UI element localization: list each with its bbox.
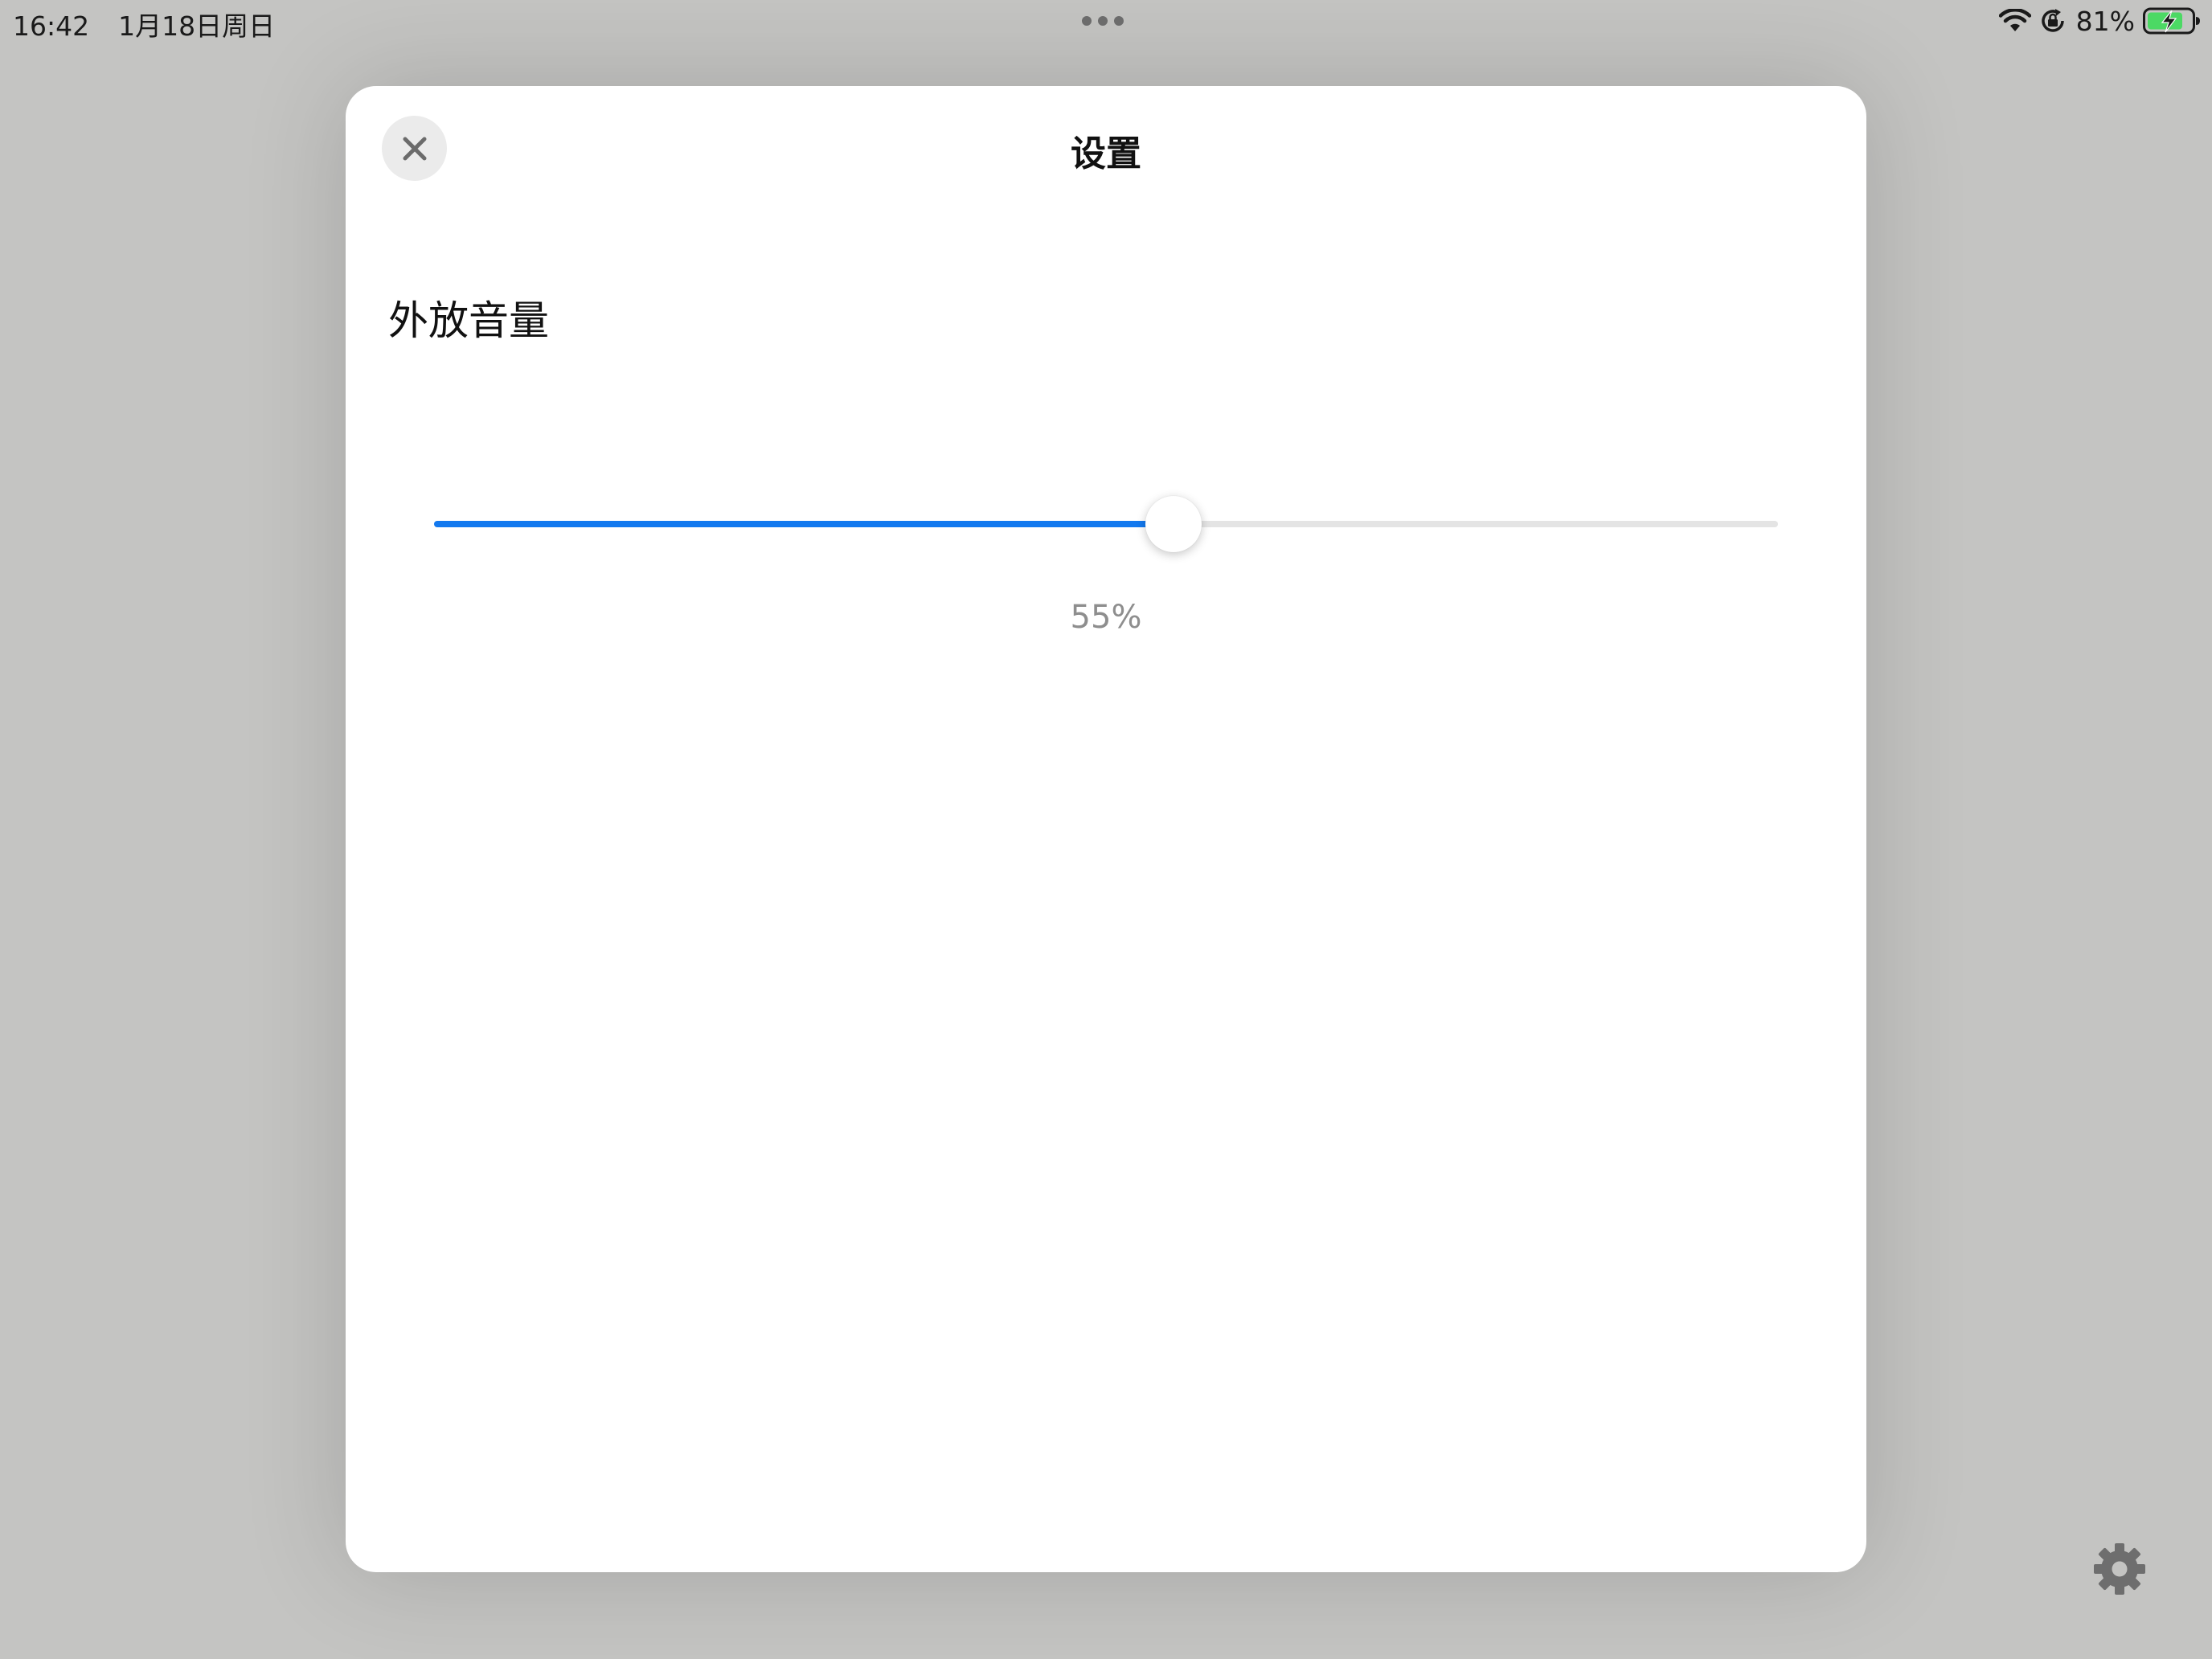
speaker-volume-label: 外放音量 <box>388 297 549 344</box>
status-bar-left: 16:42 1月18日周日 <box>13 5 275 43</box>
status-date: 1月18日周日 <box>118 10 276 42</box>
modal-title: 设置 <box>1071 133 1141 174</box>
status-bar-right: 81% <box>1998 5 2201 37</box>
settings-modal: 设置 外放音量 55% <box>346 86 1866 1572</box>
gear-icon[interactable] <box>2092 1542 2147 1596</box>
slider-fill <box>434 521 1174 527</box>
battery-percent: 81% <box>2075 5 2135 37</box>
orientation-lock-icon <box>2041 9 2064 32</box>
slider-thumb[interactable] <box>1145 496 1202 552</box>
status-time: 16:42 <box>13 10 90 42</box>
volume-slider[interactable] <box>434 496 1778 552</box>
multitasking-dots-icon[interactable] <box>1082 16 1124 26</box>
wifi-icon <box>1998 9 2031 31</box>
battery-charging-icon <box>2143 7 2200 35</box>
volume-value: 55% <box>1070 599 1142 636</box>
